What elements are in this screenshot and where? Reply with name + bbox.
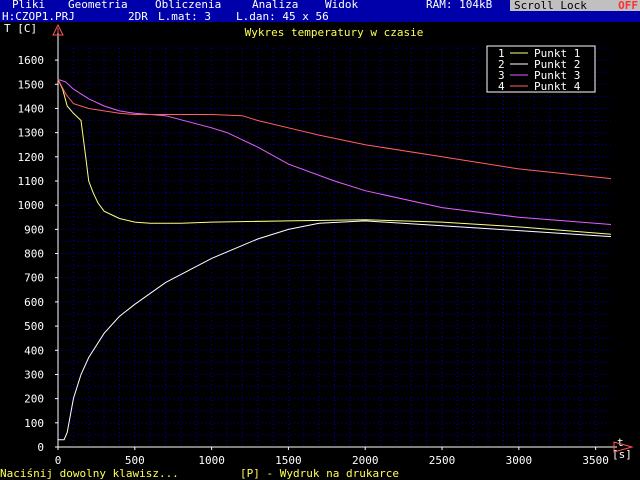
y-tick-label: 900 (24, 223, 44, 236)
x-tick-label: 0 (55, 454, 62, 467)
y-axis-label: T [C] (4, 22, 37, 35)
y-tick-label: 300 (24, 368, 44, 381)
project-file: H:CZOP1.PRJ (2, 10, 75, 23)
legend-number: 4 (498, 80, 505, 93)
chart-title: Wykres temperatury w czasie (245, 26, 424, 39)
y-tick-label: 1600 (18, 54, 45, 67)
x-tick-label: 3500 (582, 454, 609, 467)
x-tick-label: 1000 (198, 454, 225, 467)
scroll-lock-indicator: Scroll Lock OFF (510, 0, 640, 11)
chart-grid (58, 47, 611, 447)
legend-label: Punkt 4 (534, 80, 581, 93)
chart-axes (57, 32, 617, 448)
chart-ticks: 0 100 200 300 400 500 600 700 800 900 1000 1100 1200… (18, 54, 609, 467)
y-tick-label: 1000 (18, 199, 45, 212)
y-tick-label: 700 (24, 272, 44, 285)
mode-indicator: 2DR (128, 10, 148, 23)
y-tick-label: 100 (24, 417, 44, 430)
print-hint[interactable]: [P] - Wydruk na drukarce (240, 468, 399, 480)
menu-geometria[interactable]: Geometria (68, 0, 128, 11)
series-line-3 (57, 78, 612, 225)
menu-widok[interactable]: Widok (325, 0, 358, 11)
continue-hint: Naciśnij dowolny klawisz... (0, 467, 179, 480)
y-tick-label: 1200 (18, 151, 45, 164)
y-tick-label: 600 (24, 296, 44, 309)
y-tick-label: 500 (24, 320, 44, 333)
materials-count: L.mat: 3 (158, 10, 211, 23)
y-tick-label: 200 (24, 393, 44, 406)
chart-series (57, 78, 612, 441)
x-axis-label: t [s] (612, 436, 632, 461)
data-dimensions: L.dan: 45 x 56 (236, 10, 329, 23)
y-tick-label: 1500 (18, 78, 45, 91)
y-tick-label: 1400 (18, 102, 45, 115)
y-tick-label: 0 (37, 441, 44, 454)
y-tick-label: 1300 (18, 127, 45, 140)
project-status-bar: H:CZOP1.PRJ 2DR L.mat: 3 L.dan: 45 x 56 (0, 11, 640, 22)
x-tick-label: 1500 (275, 454, 302, 467)
bottom-hint-bar: Naciśnij dowolny klawisz... [P] - Wydruk… (0, 468, 640, 480)
scroll-lock-state: OFF (618, 0, 638, 12)
x-tick-label: 500 (125, 454, 145, 467)
x-tick-label: 2000 (352, 454, 379, 467)
temperature-chart: 0 100 200 300 400 500 600 700 800 900 1000 1100 1200… (4, 22, 634, 467)
chart-legend: 1 Punkt 12 Punkt 23 Punkt 34 Punkt 4 (486, 45, 596, 93)
y-tick-label: 1100 (18, 175, 45, 188)
ram-indicator: RAM: 104kB (426, 0, 493, 11)
y-tick-label: 400 (24, 344, 44, 357)
x-tick-label: 2500 (429, 454, 456, 467)
y-tick-label: 800 (24, 248, 44, 261)
x-tick-label: 3000 (506, 454, 533, 467)
